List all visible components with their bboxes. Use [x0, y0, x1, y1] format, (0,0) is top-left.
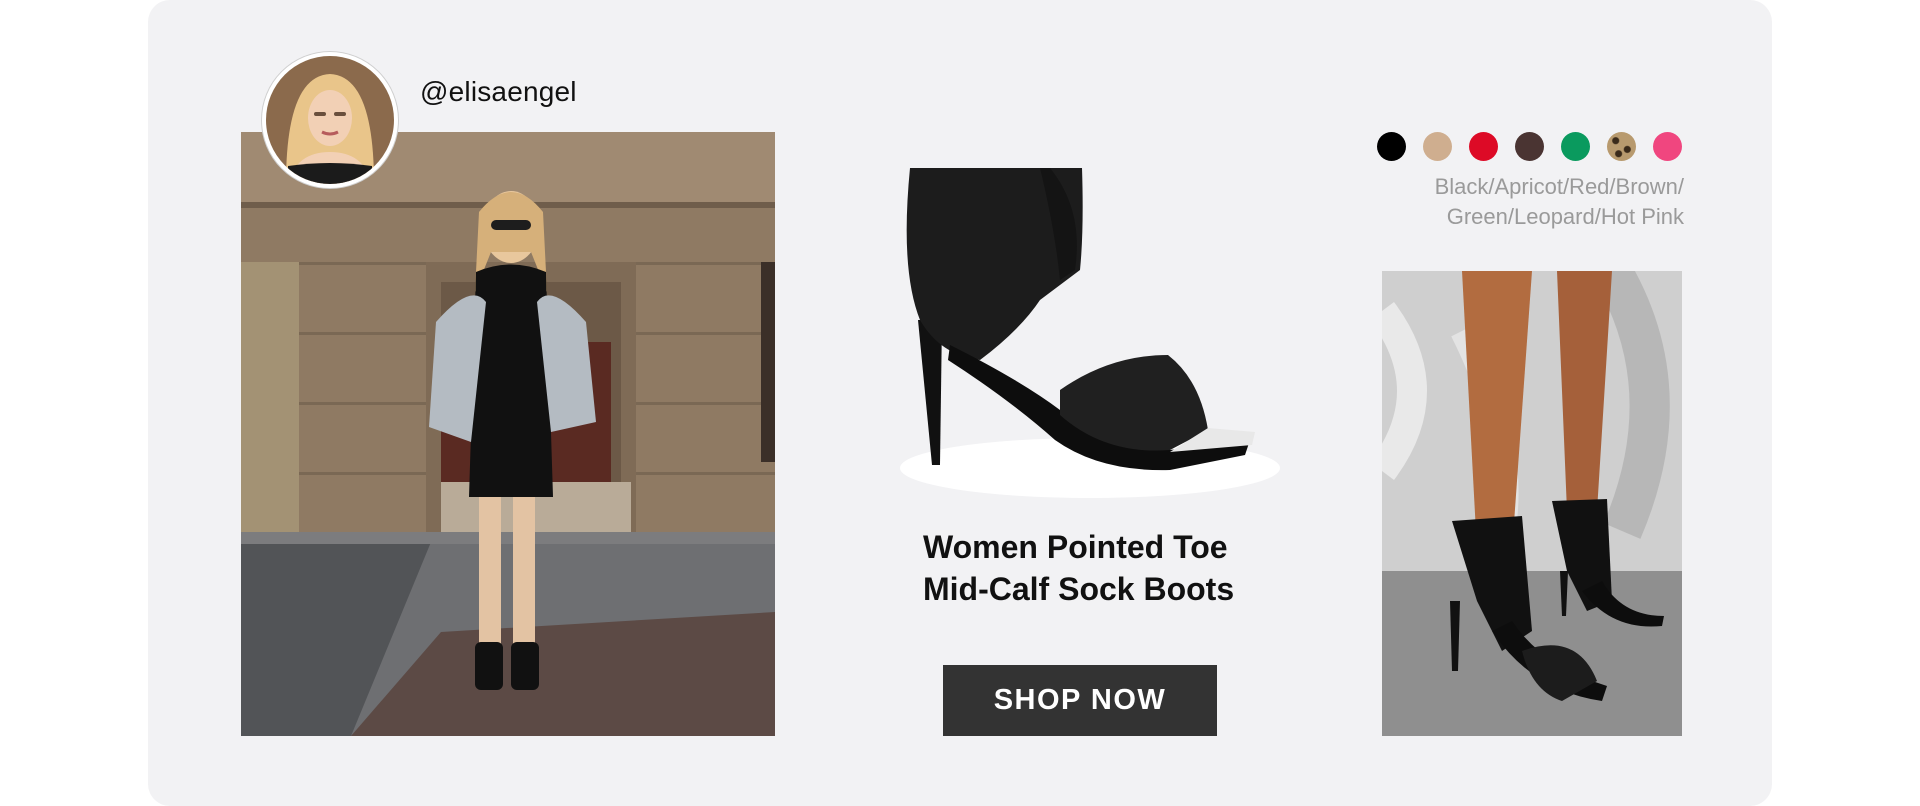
- product-title-line2: Mid-Calf Sock Boots: [923, 571, 1235, 607]
- swatch-leopard[interactable]: [1607, 132, 1636, 161]
- swatch-red[interactable]: [1469, 132, 1498, 161]
- creator-handle[interactable]: @elisaengel: [420, 76, 577, 108]
- color-swatches: [1377, 132, 1682, 162]
- color-list-line2: Green/Leopard/Hot Pink: [1446, 204, 1684, 229]
- product-title-line1: Women Pointed Toe: [923, 529, 1228, 565]
- product-title: Women Pointed Toe Mid-Calf Sock Boots: [923, 526, 1303, 610]
- shop-now-button[interactable]: SHOP NOW: [943, 665, 1217, 736]
- swatch-hot-pink[interactable]: [1653, 132, 1682, 161]
- swatch-brown[interactable]: [1515, 132, 1544, 161]
- color-list-line1: Black/Apricot/Red/Brown/: [1434, 174, 1684, 199]
- swatch-green[interactable]: [1561, 132, 1590, 161]
- creator-avatar[interactable]: [262, 52, 398, 188]
- swatch-black[interactable]: [1377, 132, 1406, 161]
- color-list: Black/Apricot/Red/Brown/ Green/Leopard/H…: [1435, 172, 1684, 232]
- product-image[interactable]: [870, 150, 1290, 510]
- lifestyle-photo: [241, 132, 775, 736]
- swatch-apricot[interactable]: [1423, 132, 1452, 161]
- detail-photo: [1382, 271, 1682, 736]
